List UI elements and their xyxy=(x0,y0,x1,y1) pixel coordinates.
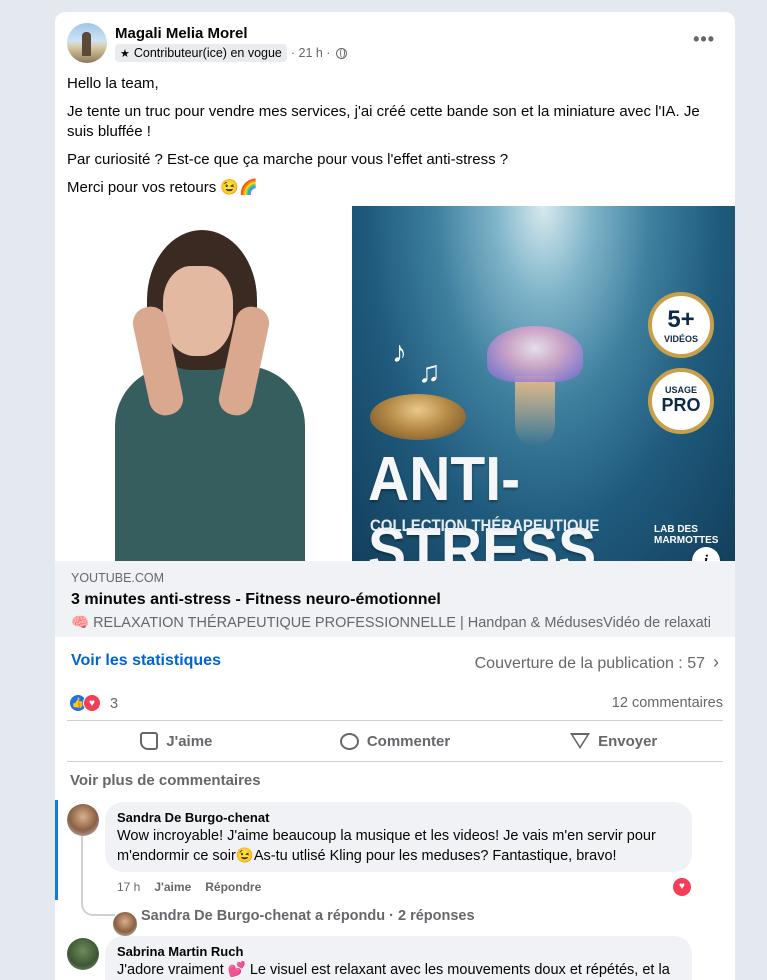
send-button[interactable]: Envoyer xyxy=(504,721,723,761)
post-time[interactable]: · 21 h · xyxy=(291,46,331,60)
like-button[interactable]: J'aime xyxy=(67,721,286,761)
contributor-badge[interactable]: ★ Contributeur(ice) en vogue xyxy=(115,44,287,62)
jellyfish-illustration xyxy=(487,326,583,382)
videos-count-badge: 5+ VIDÉOS xyxy=(648,292,714,358)
comment-reply-button[interactable]: Répondre xyxy=(205,880,261,894)
comment-text: J'adore vraiment 💕 Le visuel est relaxan… xyxy=(117,962,670,978)
usage-pro-badge: USAGE PRO xyxy=(648,368,714,434)
comment-time[interactable]: 17 h xyxy=(117,880,140,894)
commenter-name[interactable]: Sandra De Burgo-chenat xyxy=(117,810,680,825)
anti-stress-cover: ♪ ♫ 5+ VIDÉOS USAGE PRO ANTI-STRESS COLL… xyxy=(352,206,735,561)
badge-label: Contributeur(ice) en vogue xyxy=(133,46,282,60)
link-description: 🧠 RELAXATION THÉRAPEUTIQUE PROFESSIONNEL… xyxy=(71,615,711,631)
author-avatar[interactable] xyxy=(67,23,107,63)
send-label: Envoyer xyxy=(598,732,658,750)
comment-button[interactable]: Commenter xyxy=(286,721,505,761)
comment-like-button[interactable]: J'aime xyxy=(154,880,191,894)
music-note-icon: ♫ xyxy=(418,356,441,389)
thumbs-up-icon xyxy=(140,732,159,750)
lab-logo: LAB DES MARMOTTES xyxy=(654,524,719,546)
link-domain: YOUTUBE.COM xyxy=(71,571,165,585)
link-preview-caption[interactable]: YOUTUBE.COM 3 minutes anti-stress - Fitn… xyxy=(55,561,735,637)
commenter-avatar[interactable] xyxy=(67,804,99,836)
reactions-row: 👍 ♥ 3 12 commentaires xyxy=(69,694,723,714)
post-card: Magali Melia Morel ★ Contributeur(ice) e… xyxy=(55,12,735,980)
comment-text: Wow incroyable! J'aime beaucoup la musiq… xyxy=(117,828,656,864)
stressed-woman-image xyxy=(55,206,352,561)
post-actions: J'aime Commenter Envoyer xyxy=(67,720,723,762)
comment-label: Commenter xyxy=(366,732,451,750)
comment-bubble: Sabrina Martin Ruch J'adore vraiment 💕 L… xyxy=(105,936,692,980)
love-reaction-icon[interactable]: ♥ xyxy=(83,694,101,712)
cover-subtitle: COLLECTION THÉRAPEUTIQUE xyxy=(370,516,600,535)
see-stats-link[interactable]: Voir les statistiques xyxy=(71,652,221,670)
more-options-button[interactable]: ••• xyxy=(693,29,715,50)
stats-row: Voir les statistiques Couverture de la p… xyxy=(71,652,719,674)
globe-icon xyxy=(336,47,348,59)
post-paragraph: Je tente un truc pour vendre mes service… xyxy=(67,103,700,140)
comment-highlight-bar xyxy=(55,800,58,900)
post-paragraph: Par curiosité ? Est-ce que ça marche pou… xyxy=(67,151,509,168)
music-note-icon: ♪ xyxy=(392,336,407,369)
comment-bubble: Sandra De Burgo-chenat Wow incroyable! J… xyxy=(105,802,692,872)
comment-icon xyxy=(339,732,359,750)
post-paragraph: Merci pour vos retours 😉🌈 xyxy=(67,179,258,196)
reply-avatar[interactable] xyxy=(113,912,137,936)
link-title: 3 minutes anti-stress - Fitness neuro-ém… xyxy=(71,591,441,608)
post-header: Magali Melia Morel ★ Contributeur(ice) e… xyxy=(67,23,723,67)
chevron-right-icon: › xyxy=(713,652,719,672)
post-paragraph: Hello la team, xyxy=(67,75,159,92)
post-meta: ★ Contributeur(ice) en vogue · 21 h · xyxy=(115,44,348,62)
see-more-comments-button[interactable]: Voir plus de commentaires xyxy=(70,772,261,789)
post-coverage[interactable]: Couverture de la publication : 57 › xyxy=(475,652,719,673)
comment-meta: 17 h J'aime Répondre xyxy=(117,880,261,894)
reaction-count[interactable]: 3 xyxy=(110,696,118,712)
post-text: Hello la team, Je tente un truc pour ven… xyxy=(67,74,723,206)
star-icon: ★ xyxy=(120,47,130,60)
coverage-label: Couverture de la publication : 57 xyxy=(474,655,705,672)
comment-count[interactable]: 12 commentaires xyxy=(612,695,723,711)
link-preview-image[interactable]: ♪ ♫ 5+ VIDÉOS USAGE PRO ANTI-STRESS COLL… xyxy=(55,206,735,561)
like-label: J'aime xyxy=(166,732,213,750)
heart-reaction-icon[interactable]: ♥ xyxy=(673,878,691,896)
commenter-avatar[interactable] xyxy=(67,938,99,970)
author-name[interactable]: Magali Melia Morel xyxy=(115,25,248,42)
view-replies-button[interactable]: Sandra De Burgo-chenat a répondu · 2 rép… xyxy=(141,908,475,924)
send-icon xyxy=(570,733,591,749)
commenter-name[interactable]: Sabrina Martin Ruch xyxy=(117,944,680,959)
handpan-illustration xyxy=(370,394,466,440)
